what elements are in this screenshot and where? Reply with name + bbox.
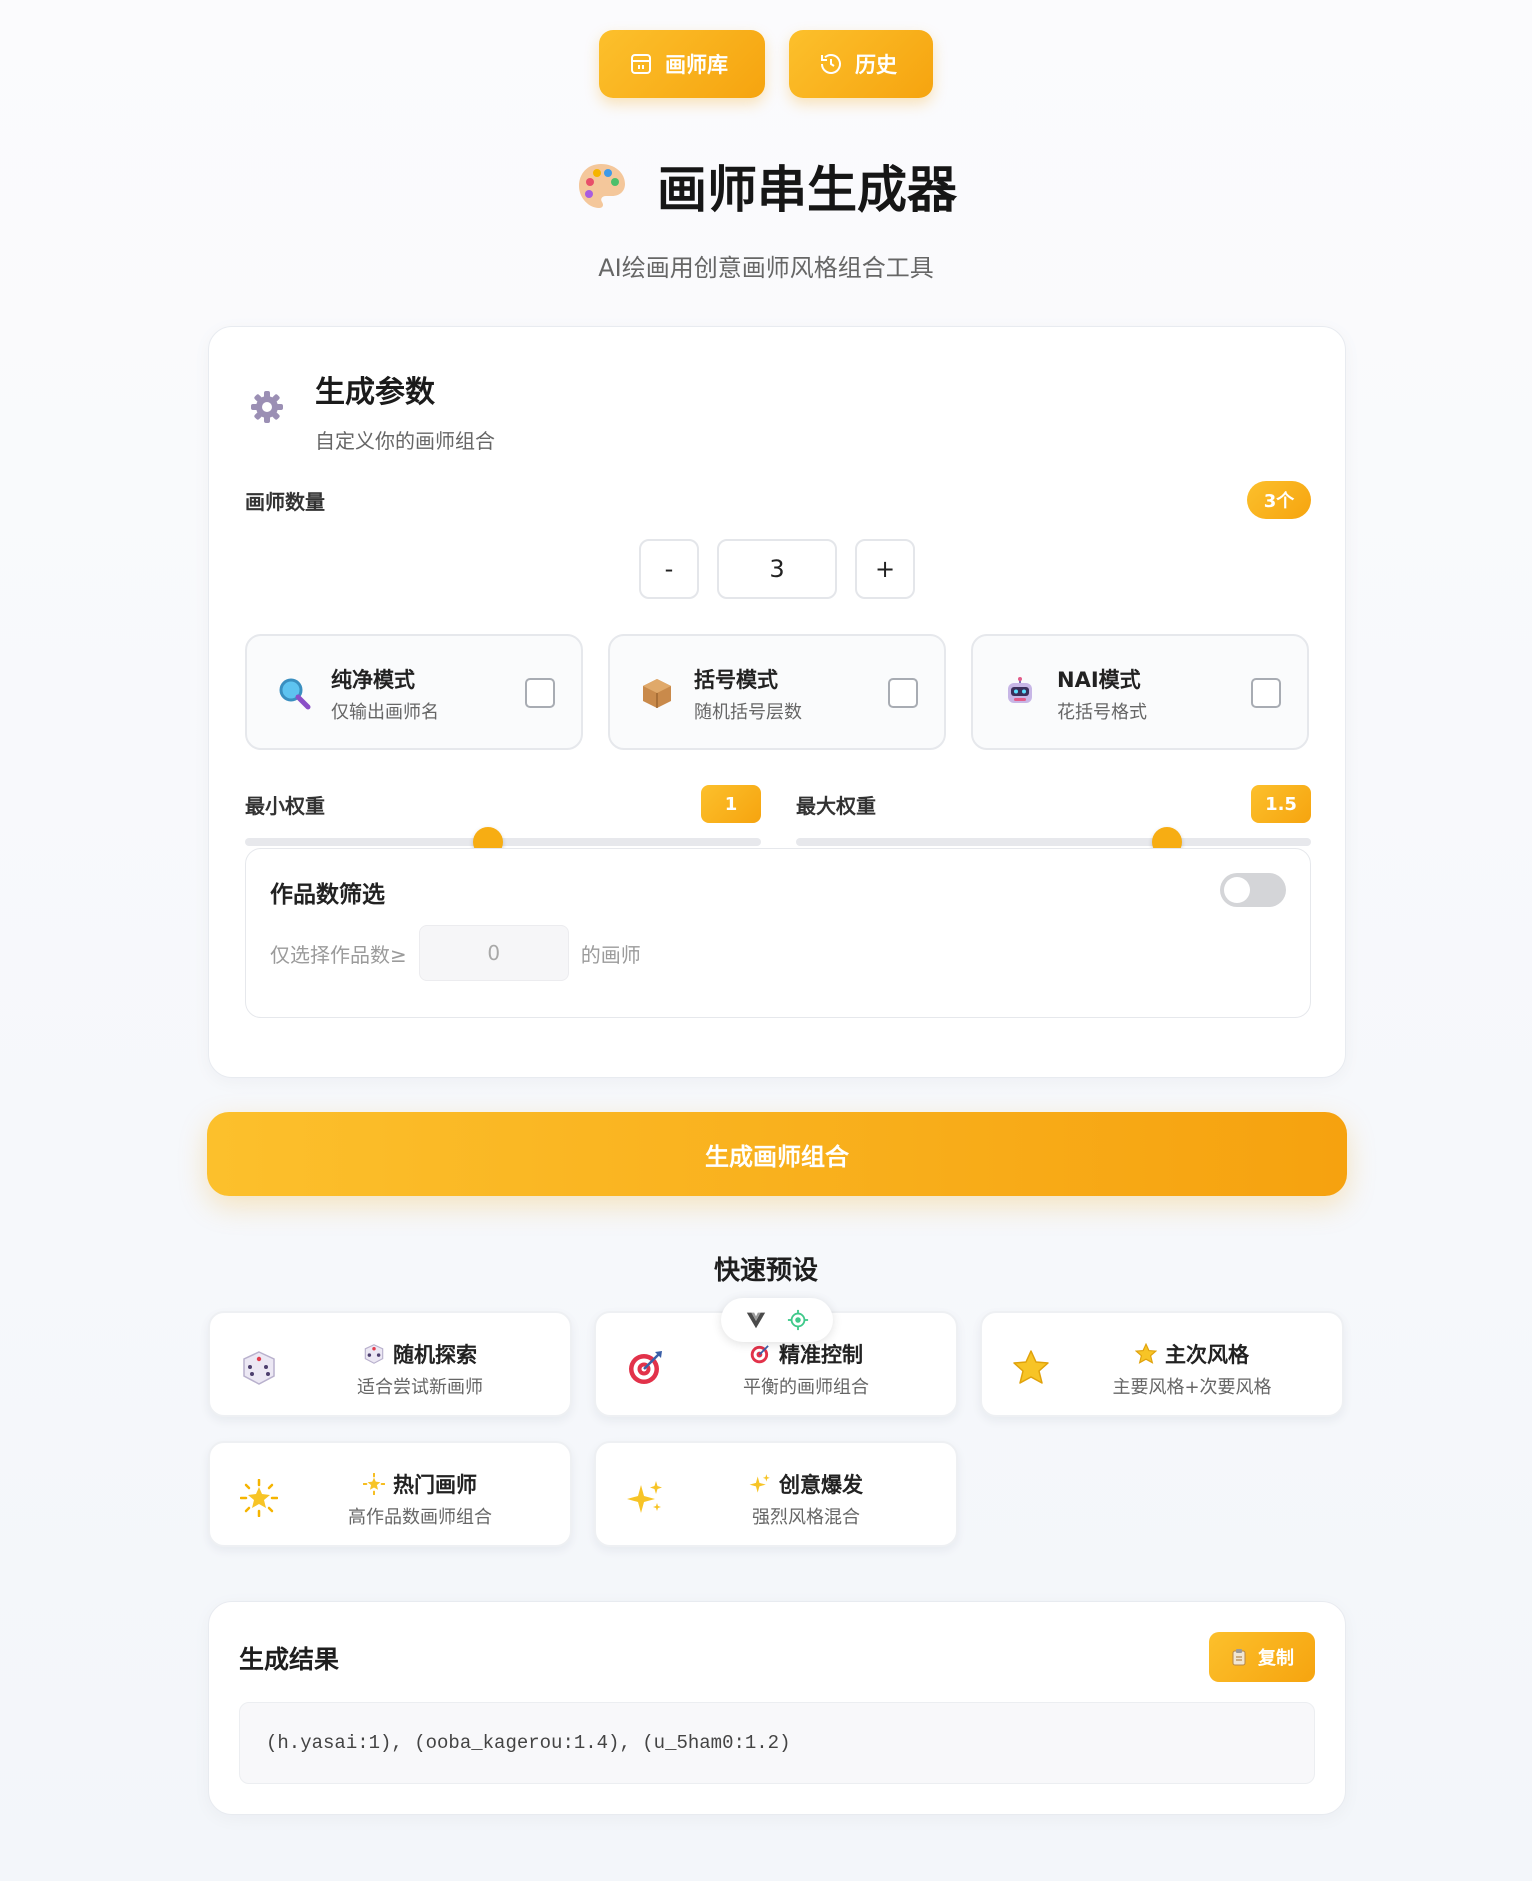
- copy-button[interactable]: 复制: [1209, 1632, 1315, 1682]
- page-title-row: 画师串生成器: [575, 150, 957, 222]
- max-weight-row: 最大权重 1.5: [796, 785, 1311, 823]
- min-weight-row: 最小权重 1: [245, 785, 761, 823]
- target-icon: [750, 1345, 769, 1364]
- target-icon: [629, 1351, 662, 1384]
- max-weight-slider[interactable]: [796, 827, 1311, 857]
- min-weight-label: 最小权重: [245, 793, 325, 818]
- clipboard-icon: [1232, 1649, 1246, 1666]
- library-icon: [631, 54, 651, 74]
- star-icon: [1135, 1343, 1157, 1364]
- result-title: 生成结果: [239, 1645, 340, 1674]
- preset-creative-subtitle: 强烈风格混合: [752, 1507, 860, 1528]
- crosshair-icon[interactable]: [787, 1309, 809, 1331]
- increment-button[interactable]: +: [855, 539, 915, 599]
- library-label: 画师库: [665, 53, 728, 77]
- works-filter: 作品数筛选 仅选择作品数≥ 0 的画师: [245, 848, 1311, 1018]
- count-badge: 3个: [1247, 481, 1311, 519]
- preset-primary-secondary[interactable]: 主次风格 主要风格+次要风格: [980, 1311, 1344, 1417]
- mode-options: 纯净模式 仅输出画师名 括号模式 随机括号层数 NAI模式 花括号格式: [245, 634, 1309, 750]
- preset-creative-title: 创意爆发: [779, 1473, 863, 1497]
- mode-bracket-subtitle: 随机括号层数: [694, 702, 802, 723]
- magnifier-icon: [279, 678, 311, 710]
- library-button[interactable]: 画师库: [599, 30, 765, 98]
- result-card: 生成结果 复制 (h.yasai:1), (ooba_kagerou:1.4),…: [208, 1601, 1346, 1815]
- palette-icon: [579, 164, 625, 208]
- filter-suffix: 的画师: [580, 942, 641, 967]
- mode-pure-checkbox[interactable]: [525, 678, 555, 708]
- count-label: 画师数量: [245, 489, 325, 514]
- robot-icon: [1008, 677, 1032, 703]
- box-icon: [643, 679, 671, 708]
- page-title: 画师串生成器: [657, 161, 957, 219]
- min-weight-value: 1: [701, 785, 761, 823]
- count-stepper: - 3 +: [639, 539, 915, 599]
- mode-pure[interactable]: 纯净模式 仅输出画师名: [245, 634, 583, 750]
- mode-nai-subtitle: 花括号格式: [1057, 702, 1147, 723]
- max-weight-label: 最大权重: [796, 793, 876, 818]
- copy-label: 复制: [1258, 1648, 1294, 1669]
- preset-primary-secondary-title: 主次风格: [1165, 1343, 1249, 1367]
- max-weight-value: 1.5: [1251, 785, 1311, 823]
- glowing-star-icon: [240, 1479, 278, 1517]
- filter-row: 仅选择作品数≥ 0 的画师: [270, 925, 641, 981]
- preset-random[interactable]: 随机探索 适合尝试新画师: [208, 1311, 572, 1417]
- mode-bracket-checkbox[interactable]: [888, 678, 918, 708]
- history-button[interactable]: 历史: [789, 30, 933, 98]
- history-label: 历史: [855, 53, 897, 77]
- min-works-input[interactable]: 0: [418, 925, 569, 981]
- top-nav: 画师库 历史: [0, 30, 1532, 98]
- preset-popular[interactable]: 热门画师 高作品数画师组合: [208, 1441, 572, 1547]
- sparkles-icon: [627, 1481, 662, 1513]
- mode-bracket-title: 括号模式: [694, 668, 778, 692]
- mode-pure-subtitle: 仅输出画师名: [331, 702, 439, 723]
- preset-precise-title: 精准控制: [779, 1343, 863, 1367]
- mode-nai[interactable]: NAI模式 花括号格式: [971, 634, 1309, 750]
- history-icon: [821, 54, 841, 74]
- sparkles-icon: [749, 1474, 770, 1493]
- mode-bracket[interactable]: 括号模式 随机括号层数: [608, 634, 946, 750]
- params-subtitle: 自定义你的画师组合: [315, 429, 495, 453]
- params-title: 生成参数: [315, 375, 435, 410]
- min-weight-slider[interactable]: [245, 827, 761, 857]
- filter-title: 作品数筛选: [270, 882, 385, 908]
- params-card: 生成参数 自定义你的画师组合 画师数量 3个 - 3 + 纯净模式 仅输出画师名: [208, 326, 1346, 1078]
- mode-nai-checkbox[interactable]: [1251, 678, 1281, 708]
- preset-popular-subtitle: 高作品数画师组合: [348, 1507, 492, 1528]
- vue-logo-icon[interactable]: [745, 1309, 767, 1331]
- decrement-button[interactable]: -: [639, 539, 699, 599]
- glowing-star-icon: [363, 1473, 385, 1495]
- dice-icon: [243, 1351, 275, 1385]
- dice-icon: [364, 1344, 384, 1364]
- presets-title: 快速预设: [713, 1256, 818, 1286]
- preset-random-title-row: 随机探索: [290, 1339, 550, 1369]
- hero: 画师串生成器 AI绘画用创意画师风格组合工具: [0, 150, 1532, 283]
- floating-toolbar: [721, 1298, 833, 1342]
- preset-creative-title-row: 创意爆发: [676, 1469, 936, 1499]
- result-output[interactable]: (h.yasai:1), (ooba_kagerou:1.4), (u_5ham…: [239, 1702, 1315, 1784]
- preset-primary-secondary-title-row: 主次风格: [1062, 1339, 1322, 1369]
- page-subtitle: AI绘画用创意画师风格组合工具: [598, 254, 934, 282]
- count-input[interactable]: 3: [717, 539, 837, 599]
- preset-popular-title-row: 热门画师: [290, 1469, 550, 1499]
- params-header: 生成参数 自定义你的画师组合: [249, 367, 495, 454]
- count-row: 画师数量 3个: [245, 481, 1311, 519]
- preset-random-subtitle: 适合尝试新画师: [357, 1377, 483, 1398]
- preset-precise-subtitle: 平衡的画师组合: [743, 1377, 869, 1398]
- preset-random-title: 随机探索: [393, 1343, 477, 1367]
- preset-precise-title-row: 精准控制: [676, 1339, 936, 1369]
- generate-button[interactable]: 生成画师组合: [207, 1112, 1347, 1196]
- filter-prefix: 仅选择作品数≥: [270, 942, 407, 967]
- mode-nai-title: NAI模式: [1057, 668, 1141, 692]
- preset-creative[interactable]: 创意爆发 强烈风格混合: [594, 1441, 958, 1547]
- gear-icon: [251, 391, 283, 423]
- preset-primary-secondary-subtitle: 主要风格+次要风格: [1112, 1377, 1272, 1398]
- filter-toggle[interactable]: [1220, 873, 1286, 907]
- star-icon: [1013, 1350, 1049, 1384]
- preset-popular-title: 热门画师: [393, 1473, 477, 1497]
- mode-pure-title: 纯净模式: [331, 668, 415, 692]
